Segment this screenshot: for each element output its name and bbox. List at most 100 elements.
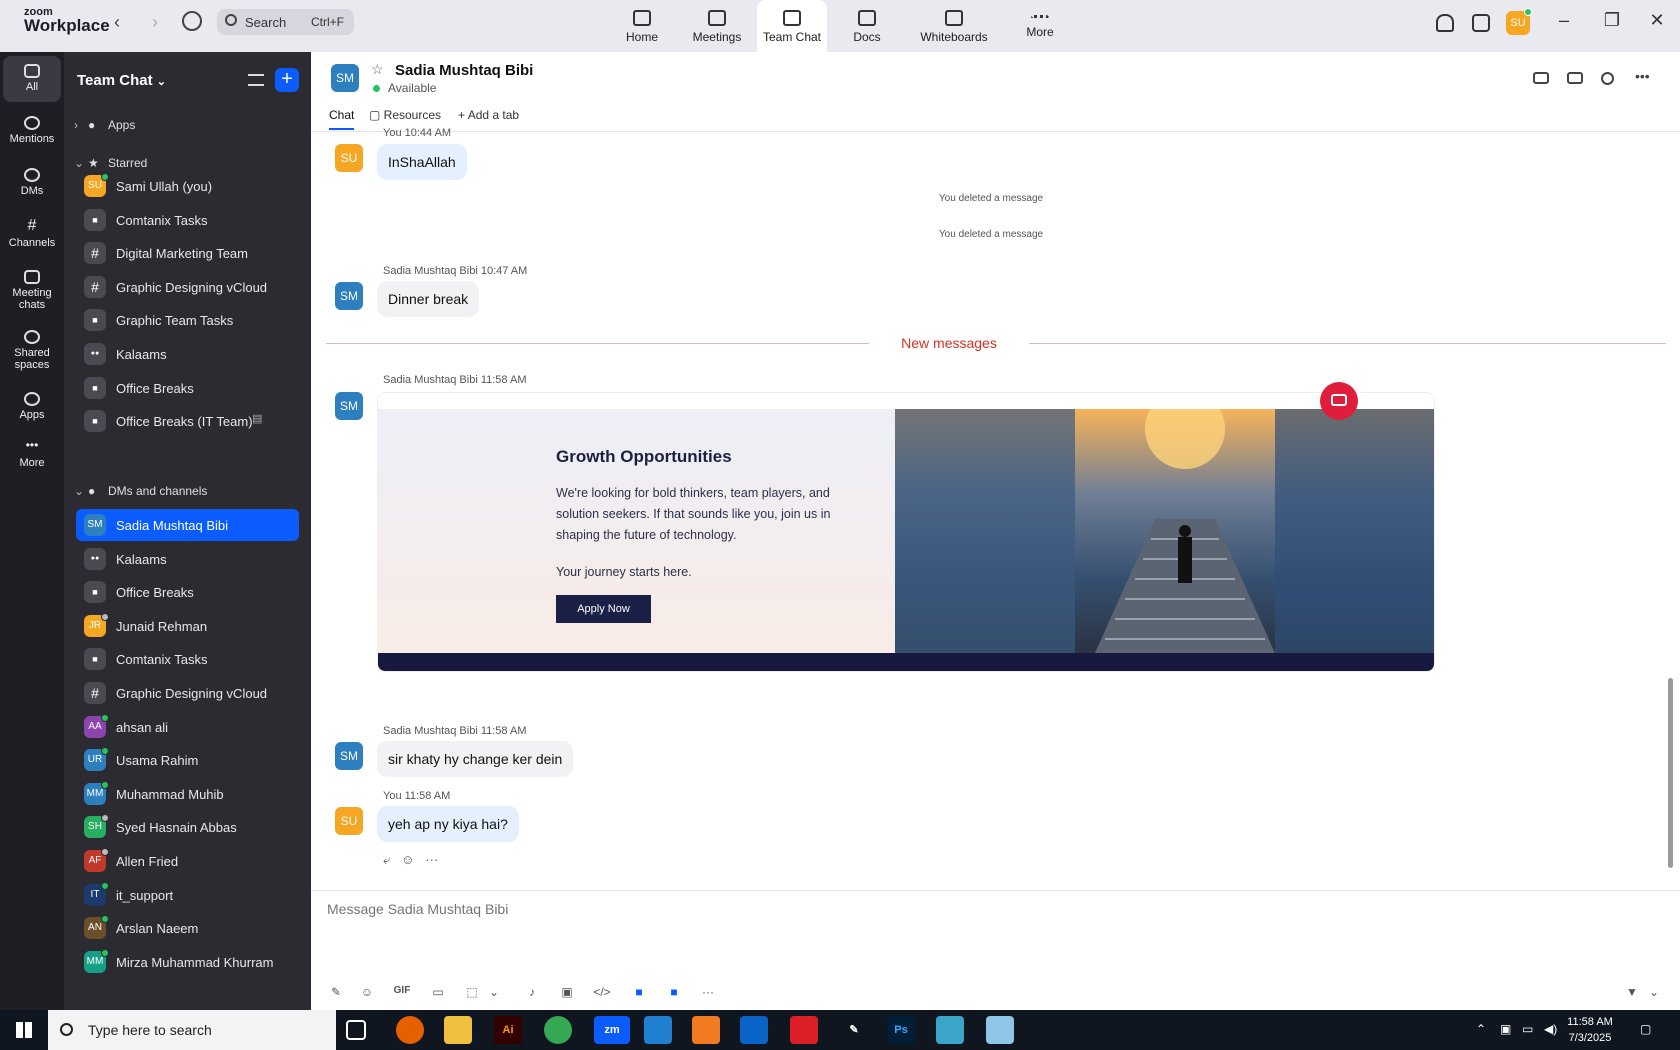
search-box[interactable]: Search Ctrl+F	[217, 9, 354, 35]
minimize-button[interactable]: –	[1549, 10, 1579, 31]
section-starred[interactable]: ⌄ ★ Starred	[74, 156, 147, 170]
task-view-icon[interactable]	[346, 1020, 366, 1040]
history-icon[interactable]	[182, 11, 202, 31]
file-icon[interactable]: ▭	[427, 985, 449, 999]
code-icon[interactable]: </>	[591, 985, 613, 999]
avatar[interactable]: SM	[335, 392, 363, 420]
more-icon[interactable]: ···	[425, 852, 438, 867]
sidebar-item[interactable]: ●● Kalaams	[76, 338, 299, 370]
creative-cloud-icon[interactable]	[790, 1016, 818, 1044]
zoom-taskbar-icon[interactable]: zm	[594, 1016, 630, 1044]
rail-dms[interactable]: DMs	[3, 160, 61, 197]
section-apps[interactable]: › ● Apps	[74, 118, 135, 132]
rail-apps[interactable]: Apps	[3, 384, 61, 421]
emoji-icon[interactable]: ☺	[401, 852, 414, 867]
search-icon[interactable]	[1601, 72, 1614, 85]
app-icon[interactable]: ■	[628, 985, 650, 999]
tab-more[interactable]: More	[1005, 0, 1075, 52]
sidebar-item[interactable]: AA ahsan ali	[76, 711, 299, 743]
tab-chat[interactable]: Chat	[329, 108, 355, 130]
message-bubble[interactable]: yeh ap ny kiya hai?	[377, 806, 519, 842]
restore-button[interactable]: ❐	[1597, 10, 1627, 31]
notes-icon[interactable]	[986, 1016, 1014, 1044]
gif-button[interactable]: GIF	[391, 985, 413, 996]
tray-chevron-icon[interactable]: ⌃	[1476, 1022, 1486, 1036]
sidebar-title[interactable]: Team Chat ⌄	[77, 72, 166, 89]
bell-icon[interactable]	[1436, 14, 1454, 32]
sidebar-item[interactable]: UR Usama Rahim	[76, 744, 299, 776]
close-button[interactable]: ✕	[1642, 10, 1672, 31]
tray-app-icon[interactable]: ▣	[1500, 1022, 1511, 1036]
avatar[interactable]: SU	[335, 807, 363, 835]
firefox-icon[interactable]	[396, 1016, 424, 1044]
microphone-icon[interactable]: ♪	[521, 985, 543, 999]
avatar[interactable]: SM	[335, 742, 363, 770]
sidebar-item[interactable]: ■ Graphic Team Tasks	[76, 304, 299, 336]
avatar[interactable]: SU	[335, 144, 363, 172]
message-bubble[interactable]: sir khaty hy change ker dein	[377, 741, 574, 777]
tab-meetings[interactable]: Meetings	[682, 0, 752, 52]
sidebar-item[interactable]: ■ Office Breaks	[76, 576, 299, 608]
network-icon[interactable]: ▭	[1522, 1022, 1533, 1036]
sidebar-item[interactable]: SM Sadia Mushtaq Bibi	[76, 509, 299, 541]
chevron-down-icon[interactable]: ⌄	[483, 985, 505, 999]
sidebar-item[interactable]: SU Sami Ullah (you)	[76, 170, 299, 202]
card-chat-button[interactable]	[1320, 382, 1358, 420]
share-screen-icon[interactable]	[1567, 72, 1583, 84]
sidebar-item[interactable]: JR Junaid Rehman	[76, 610, 299, 642]
sidebar-item[interactable]: # Graphic Designing vCloud	[76, 271, 299, 303]
sidebar-item[interactable]: IT it_support	[76, 879, 299, 911]
tab-docs[interactable]: Docs	[832, 0, 902, 52]
tab-whiteboards[interactable]: Whiteboards	[914, 0, 994, 52]
more-icon[interactable]: ···	[697, 985, 719, 999]
sidebar-item[interactable]: SH Syed Hasnain Abbas	[76, 811, 299, 843]
tab-resources[interactable]: ▢ Resources	[369, 108, 441, 122]
sidebar-item[interactable]: MM Muhammad Muhib	[76, 778, 299, 810]
app-icon[interactable]	[936, 1016, 964, 1044]
tab-team-chat[interactable]: Team Chat	[757, 0, 827, 52]
video-message-icon[interactable]: ▣	[556, 985, 578, 999]
star-icon[interactable]: ☆	[371, 61, 384, 78]
new-chat-button[interactable]: +	[275, 68, 299, 92]
sidebar-item[interactable]: AN Arslan Naeem	[76, 912, 299, 944]
vscode-icon[interactable]	[644, 1016, 672, 1044]
avatar[interactable]: SM	[335, 282, 363, 310]
message-input[interactable]	[327, 901, 1227, 917]
emoji-icon[interactable]: ☺	[356, 985, 378, 999]
scrollbar[interactable]	[1668, 678, 1673, 868]
sidebar-item[interactable]: ■ Office Breaks	[76, 372, 299, 404]
sidebar-item[interactable]: ■ Comtanix Tasks	[76, 643, 299, 675]
message-bubble[interactable]: InShaAllah	[377, 144, 467, 180]
contact-avatar[interactable]: SM	[331, 64, 359, 92]
volume-icon[interactable]: ◀)	[1544, 1022, 1557, 1036]
rail-shared-spaces[interactable]: Shared spaces	[3, 322, 61, 371]
pen-tool-icon[interactable]: ✎	[840, 1016, 868, 1044]
file-explorer-icon[interactable]	[444, 1016, 472, 1044]
tab-home[interactable]: Home	[607, 0, 677, 52]
screenshot-icon[interactable]: ⬚	[461, 985, 483, 999]
rail-all[interactable]: All	[3, 56, 61, 102]
notification-icon[interactable]: ▢	[1640, 1022, 1651, 1036]
rail-meeting-chats[interactable]: Meeting chats	[3, 262, 61, 311]
calendar-gift-icon[interactable]	[1472, 14, 1490, 32]
sidebar-item[interactable]: MM Mirza Muhammad Khurram	[76, 946, 299, 978]
format-icon[interactable]: ✎	[325, 985, 347, 999]
outlook-icon[interactable]	[740, 1016, 768, 1044]
clock[interactable]: 11:58 AM 7/3/2025	[1560, 1014, 1620, 1046]
sidebar-item[interactable]: AF Allen Fried	[76, 845, 299, 877]
video-call-icon[interactable]	[1533, 72, 1549, 84]
forward-arrow-icon[interactable]: ›	[152, 12, 158, 33]
photoshop-icon[interactable]: Ps	[887, 1016, 915, 1044]
xampp-icon[interactable]	[692, 1016, 720, 1044]
windows-start-icon[interactable]	[16, 1022, 32, 1038]
section-dms[interactable]: ⌄ ● DMs and channels	[74, 484, 207, 498]
send-filter-icon[interactable]: ▼	[1621, 985, 1643, 999]
taskbar-search[interactable]: Type here to search	[48, 1010, 336, 1050]
sidebar-item[interactable]: # Graphic Designing vCloud	[76, 677, 299, 709]
sidebar-item[interactable]: ■ Comtanix Tasks	[76, 204, 299, 236]
sidebar-item[interactable]: # Digital Marketing Team	[76, 237, 299, 269]
reply-icon[interactable]: ⤶	[383, 852, 390, 867]
whiteboard-icon[interactable]: ■	[663, 985, 685, 999]
contact-name[interactable]: Sadia Mushtaq Bibi	[395, 62, 533, 79]
back-arrow-icon[interactable]: ‹	[114, 12, 120, 33]
